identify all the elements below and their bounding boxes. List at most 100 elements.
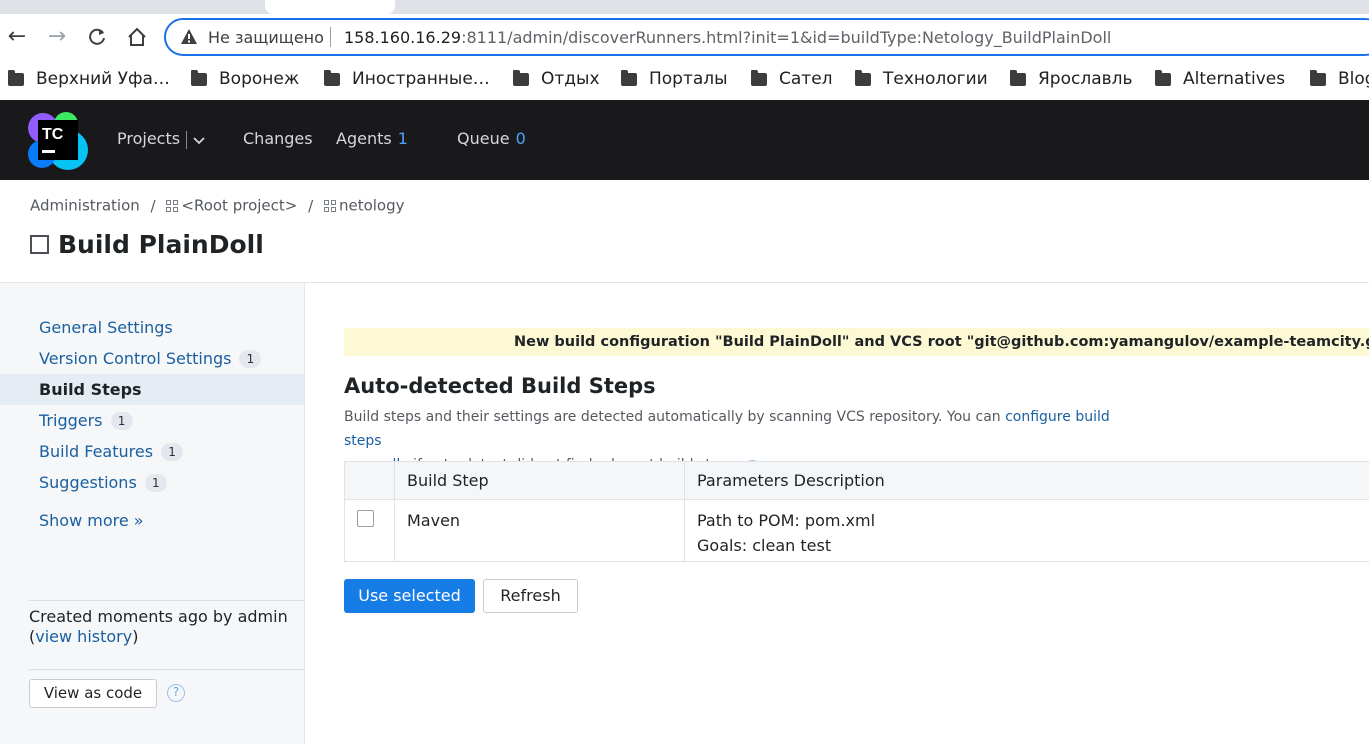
sidebar-item-label: Suggestions bbox=[39, 473, 137, 492]
bookmark-folder[interactable]: Alternatives bbox=[1155, 66, 1285, 92]
warning-icon bbox=[181, 29, 197, 44]
table-header-row: Build Step Parameters Description bbox=[344, 461, 1369, 500]
bookmark-folder[interactable]: Воронеж bbox=[191, 66, 299, 92]
nav-agents-label: Agents bbox=[336, 129, 392, 148]
sidebar-item-build-features[interactable]: Build Features 1 bbox=[0, 436, 304, 467]
bookmark-label: Отдых bbox=[541, 69, 600, 89]
bookmark-label: Blog bbox=[1338, 69, 1369, 89]
select-cell bbox=[344, 499, 395, 562]
breadcrumb-root-project[interactable]: <Root project> bbox=[166, 196, 298, 215]
breadcrumb-project-label: netology bbox=[338, 196, 405, 215]
bookmark-label: Сател bbox=[779, 69, 833, 89]
sidebar-item-triggers[interactable]: Triggers 1 bbox=[0, 405, 304, 436]
parameter-line: Goals: clean test bbox=[697, 536, 832, 555]
nav-queue[interactable]: Queue 0 bbox=[457, 129, 526, 148]
sidebar-item-version-control-settings[interactable]: Version Control Settings 1 bbox=[0, 343, 304, 374]
chevron-down-icon[interactable] bbox=[193, 130, 205, 149]
help-icon[interactable]: ? bbox=[167, 684, 185, 702]
section-heading: Auto-detected Build Steps bbox=[344, 374, 656, 398]
nav-queue-label: Queue bbox=[457, 129, 510, 148]
build-step-cell: Maven bbox=[394, 499, 685, 562]
home-icon[interactable] bbox=[124, 24, 150, 50]
created-info: Created moments ago by admin (view histo… bbox=[29, 607, 288, 647]
nav-projects-label: Projects bbox=[117, 129, 181, 148]
page-title-text: Build PlainDoll bbox=[58, 230, 264, 259]
bookmark-label: Порталы bbox=[649, 69, 728, 89]
view-history-link[interactable]: view history bbox=[35, 627, 132, 646]
folder-icon bbox=[751, 69, 767, 86]
folder-icon bbox=[855, 69, 871, 86]
bookmark-label: Верхний Уфа… bbox=[36, 69, 170, 89]
breadcrumb-separator: / bbox=[150, 196, 156, 215]
sidebar-item-general-settings[interactable]: General Settings bbox=[0, 312, 304, 343]
bookmark-folder[interactable]: Ярославль bbox=[1010, 66, 1133, 92]
nav-divider bbox=[186, 130, 188, 149]
teamcity-header: TC Projects Changes Agents 1 Queue 0 bbox=[0, 100, 1369, 180]
parameter-line: Path to POM: pom.xml bbox=[697, 511, 876, 530]
table-row: Maven Path to POM: pom.xml Goals: clean … bbox=[344, 499, 1369, 562]
address-bar[interactable]: Не защищено 158.160.16.29:8111/admin/dis… bbox=[164, 18, 1369, 56]
count-badge: 1 bbox=[239, 349, 262, 368]
creation-notice: New build configuration "Build PlainDoll… bbox=[344, 328, 1369, 356]
folder-icon bbox=[513, 69, 529, 86]
teamcity-logo[interactable]: TC bbox=[28, 110, 88, 170]
refresh-button[interactable]: Refresh bbox=[483, 579, 578, 613]
created-text: Created moments ago by admin bbox=[29, 607, 288, 626]
url-host: 158.160.16.29 bbox=[344, 28, 462, 47]
queue-count: 0 bbox=[515, 129, 526, 148]
folder-icon bbox=[8, 69, 24, 86]
nav-agents[interactable]: Agents 1 bbox=[336, 129, 408, 148]
browser-tab-strip bbox=[0, 0, 1369, 14]
bookmark-folder[interactable]: Blog bbox=[1310, 66, 1369, 92]
bookmark-folder[interactable]: Сател bbox=[751, 66, 833, 92]
bookmark-label: Технологии bbox=[883, 69, 988, 89]
folder-icon bbox=[1310, 69, 1326, 86]
bookmark-label: Alternatives bbox=[1183, 69, 1286, 89]
bookmark-folder[interactable]: Верхний Уфа… bbox=[8, 66, 170, 92]
column-header-parameters: Parameters Description bbox=[684, 461, 1369, 500]
bookmark-label: Воронеж bbox=[219, 69, 300, 89]
address-separator bbox=[330, 27, 331, 47]
count-badge: 1 bbox=[144, 473, 167, 492]
bookmark-folder[interactable]: Иностранные… bbox=[324, 66, 490, 92]
nav-projects[interactable]: Projects bbox=[117, 129, 205, 149]
bookmarks-bar: Верхний Уфа… Воронеж Иностранные… Отдых … bbox=[0, 60, 1369, 100]
bookmark-folder[interactable]: Отдых bbox=[513, 66, 600, 92]
active-browser-tab[interactable] bbox=[265, 0, 395, 14]
nav-changes[interactable]: Changes bbox=[243, 129, 313, 148]
reload-icon[interactable] bbox=[84, 24, 110, 50]
breadcrumb-administration[interactable]: Administration bbox=[30, 197, 140, 215]
forward-icon[interactable]: → bbox=[44, 24, 70, 50]
folder-icon bbox=[621, 69, 637, 86]
sidebar-item-label: General Settings bbox=[39, 318, 173, 337]
step-checkbox[interactable] bbox=[357, 510, 374, 527]
breadcrumb-netology[interactable]: netology bbox=[323, 196, 405, 215]
bookmark-folder[interactable]: Порталы bbox=[621, 66, 728, 92]
count-badge: 1 bbox=[161, 442, 184, 461]
parameters-cell: Path to POM: pom.xml Goals: clean test bbox=[684, 499, 1369, 562]
sidebar-item-label: Build Steps bbox=[39, 380, 142, 399]
view-history-wrapper: (view history) bbox=[29, 627, 139, 646]
bookmark-folder[interactable]: Технологии bbox=[855, 66, 988, 92]
bookmark-label: Иностранные… bbox=[352, 69, 490, 89]
logo-text: TC bbox=[42, 126, 64, 143]
show-more-link[interactable]: Show more » bbox=[39, 511, 144, 530]
bookmark-label: Ярославль bbox=[1038, 69, 1133, 89]
browser-toolbar: ← → Не защищено 158.160.16.29:8111/admin… bbox=[0, 14, 1369, 60]
sidebar-item-label: Version Control Settings bbox=[39, 349, 232, 368]
column-header-build-step: Build Step bbox=[394, 461, 685, 500]
settings-sidebar: General Settings Version Control Setting… bbox=[0, 283, 305, 744]
description-text: Build steps and their settings are detec… bbox=[344, 409, 1006, 425]
sidebar-item-build-steps[interactable]: Build Steps bbox=[0, 374, 304, 405]
project-icon bbox=[323, 199, 336, 212]
breadcrumb: Administration / <Root project> / netolo… bbox=[30, 196, 405, 215]
page-title: Build PlainDoll bbox=[30, 230, 264, 259]
breadcrumb-separator: / bbox=[308, 196, 314, 215]
sidebar-item-suggestions[interactable]: Suggestions 1 bbox=[0, 467, 304, 498]
use-selected-button[interactable]: Use selected bbox=[344, 579, 475, 613]
sidebar-item-label: Triggers bbox=[39, 411, 103, 430]
back-icon[interactable]: ← bbox=[4, 24, 30, 50]
view-as-code-button[interactable]: View as code bbox=[29, 679, 157, 708]
insecure-label: Не защищено bbox=[208, 28, 324, 47]
breadcrumb-root-label: <Root project> bbox=[181, 196, 298, 215]
